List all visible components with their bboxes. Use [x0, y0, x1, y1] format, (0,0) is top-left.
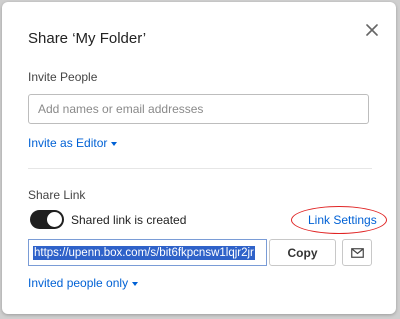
- toggle-knob: [47, 212, 62, 227]
- chevron-down-icon: [111, 141, 118, 146]
- access-level-dropdown[interactable]: Invited people only: [28, 276, 139, 290]
- copy-button-label: Copy: [287, 245, 318, 260]
- shared-link-url: https://upenn.box.com/s/bit6fkpcnsw1lqjr…: [33, 245, 255, 260]
- section-divider: [28, 168, 372, 169]
- link-settings-label: Link Settings: [308, 213, 377, 227]
- invite-role-label: Invite as Editor: [28, 136, 108, 150]
- invite-input[interactable]: [28, 94, 369, 124]
- close-button[interactable]: [362, 20, 382, 40]
- access-level-label: Invited people only: [28, 276, 129, 290]
- email-icon: [350, 247, 364, 258]
- copy-button[interactable]: Copy: [269, 239, 336, 266]
- share-dialog: Share ‘My Folder’ Invite People Invite a…: [2, 2, 396, 314]
- invite-people-label: Invite People: [28, 70, 98, 84]
- shared-link-toggle[interactable]: [30, 210, 64, 229]
- chevron-down-icon: [132, 281, 139, 286]
- close-icon: [366, 24, 378, 36]
- shared-link-toggle-label: Shared link is created: [71, 213, 187, 227]
- email-link-button[interactable]: [342, 239, 372, 266]
- share-link-label: Share Link: [28, 188, 86, 202]
- link-settings-link[interactable]: Link Settings: [308, 213, 377, 227]
- dialog-title: Share ‘My Folder’: [28, 30, 147, 47]
- shared-link-url-field[interactable]: https://upenn.box.com/s/bit6fkpcnsw1lqjr…: [28, 239, 267, 266]
- invite-role-dropdown[interactable]: Invite as Editor: [28, 136, 118, 150]
